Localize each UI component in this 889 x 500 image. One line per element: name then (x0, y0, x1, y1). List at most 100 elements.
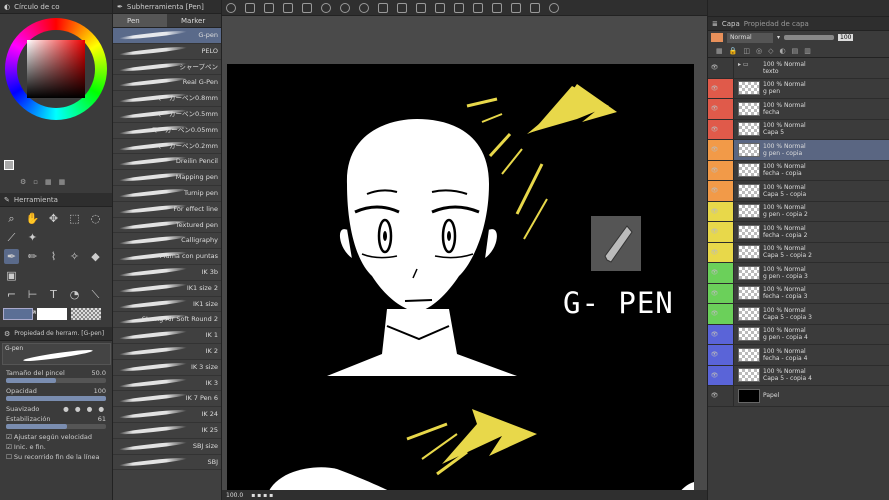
brush-item[interactable]: SBJ size (113, 439, 221, 455)
layer-opacity-value[interactable]: 100 (838, 34, 854, 41)
start-end-checkbox[interactable]: ☑ Inic. e fin. (6, 443, 46, 451)
layer-row[interactable]: 👁 100 % Normal Capa 5 - copia 2 (708, 242, 889, 263)
current-color-swatch[interactable] (4, 160, 14, 170)
layer-color-chip[interactable] (711, 33, 723, 42)
brush-item[interactable]: SBJ (113, 455, 221, 471)
brush-item[interactable]: Mapping pen (113, 170, 221, 186)
eye-icon[interactable]: 👁 (708, 160, 721, 180)
fill-icon[interactable] (397, 2, 407, 13)
layer-color-swatch[interactable] (721, 119, 734, 139)
eyedropper-icon[interactable]: ⟋ (4, 230, 19, 245)
bottom-option-checkbox[interactable]: ☐ Su recorrido fin de la línea (6, 453, 100, 461)
grid-icon[interactable] (530, 2, 540, 13)
layer-row[interactable]: 👁 100 % Normal Capa 5 - copia 4 (708, 365, 889, 386)
stabilization-value[interactable]: 61 (98, 415, 106, 423)
layer-color-swatch[interactable] (721, 263, 734, 283)
layer-color-swatch[interactable] (721, 140, 734, 160)
color-wheel[interactable] (5, 18, 107, 120)
eye-icon[interactable]: 👁 (708, 283, 721, 303)
chevron-down-icon[interactable]: ▾ (777, 34, 780, 41)
layer-row[interactable]: 👁 ▸ ▭ 100 % Normal texto (708, 58, 889, 79)
draft-icon[interactable]: ◇ (768, 47, 773, 55)
brush-item[interactable]: IK 3 size (113, 360, 221, 376)
brush-item[interactable]: For effect line (113, 202, 221, 218)
adjust-speed-checkbox[interactable]: ☑ Ajustar según velocidad (6, 433, 92, 441)
layer-row[interactable]: 👁 100 % Normal g pen - copia 4 (708, 324, 889, 345)
deselect-icon[interactable] (435, 2, 445, 13)
brush-item[interactable]: Calligraphy (113, 233, 221, 250)
brush-item[interactable]: IK 24 (113, 407, 221, 423)
ruler-icon[interactable] (511, 2, 521, 13)
smoothing-options[interactable]: ● ● ● ● (63, 405, 106, 413)
layer-color-swatch[interactable] (721, 99, 734, 119)
settings-icon[interactable] (549, 2, 559, 13)
grid-icon[interactable]: ▦ (716, 47, 723, 55)
drawing-canvas[interactable]: G- PEN (227, 64, 694, 495)
eye-icon[interactable]: 👁 (708, 242, 721, 262)
balloon-icon[interactable]: ◔ (67, 287, 82, 302)
eye-icon[interactable]: 👁 (708, 119, 721, 139)
clip-icon[interactable]: ◫ (743, 47, 750, 55)
text-icon[interactable]: T (46, 287, 61, 302)
tab-marker[interactable]: Marker (167, 14, 221, 27)
tab-layer-property[interactable]: Propiedad de capa (744, 20, 809, 28)
new-file-icon[interactable] (245, 2, 255, 13)
color-square[interactable] (27, 40, 85, 98)
eraser-icon[interactable]: ◆ (88, 249, 103, 264)
layer-row[interactable]: 👁 100 % Normal fecha - copia 2 (708, 222, 889, 243)
brush-item[interactable]: Strong Air Soft Round 2 (113, 312, 221, 329)
pen-icon[interactable] (492, 2, 502, 13)
brush-item[interactable]: Real G-Pen (113, 75, 221, 92)
tab-layer[interactable]: Capa (722, 20, 740, 28)
brush-item[interactable]: Pluma con puntas (113, 249, 221, 265)
adjust-speed-row[interactable]: ☑ Ajustar según velocidad (0, 432, 112, 442)
layer-color-swatch[interactable] (721, 365, 734, 385)
brush-item[interactable]: IK 1 (113, 328, 221, 344)
brush-item[interactable]: IK 2 (113, 344, 221, 360)
crop-icon[interactable] (454, 2, 464, 13)
layer-row[interactable]: 👁 100 % Normal g pen - copia 3 (708, 263, 889, 284)
layer-row[interactable]: 👁 Papel (708, 386, 889, 407)
layer-color-swatch[interactable] (721, 58, 734, 78)
brush-item[interactable]: マーカーペン0.5mm (113, 107, 221, 123)
layer-row[interactable]: 👁 100 % Normal fecha - copia 4 (708, 345, 889, 366)
tab-pen[interactable]: Pen (113, 14, 167, 27)
snap-icon[interactable] (473, 2, 483, 13)
grid-icon[interactable]: ▦ (59, 178, 66, 186)
warning-icon[interactable] (302, 2, 312, 13)
line-icon[interactable]: ⟍ (88, 287, 103, 302)
layer-color-swatch[interactable] (721, 304, 734, 324)
layer-opacity-slider[interactable] (784, 35, 835, 40)
brush-item[interactable]: マーカーペン0.8mm (113, 91, 221, 107)
brush-item[interactable]: Turnip pen (113, 186, 221, 202)
clip-studio-icon[interactable] (226, 2, 236, 13)
eye-icon[interactable]: 👁 (708, 365, 721, 385)
pen-tool-icon[interactable]: ✒ (4, 249, 19, 264)
brush-icon[interactable]: ⌇ (46, 249, 61, 264)
layer-color-swatch[interactable] (721, 242, 734, 262)
ref-icon[interactable]: ◎ (756, 47, 762, 55)
layer-color-swatch[interactable] (721, 324, 734, 344)
layer-color-swatch[interactable] (721, 222, 734, 242)
eye-icon[interactable]: 👁 (708, 99, 721, 119)
hand-icon[interactable]: ✋ (25, 211, 40, 226)
layer-row[interactable]: 👁 100 % Normal g pen - copia 2 (708, 201, 889, 222)
bottom-option-row[interactable]: ☐ Su recorrido fin de la línea (0, 452, 112, 462)
grid-icon[interactable]: ▦ (45, 178, 52, 186)
start-end-row[interactable]: ☑ Inic. e fin. (0, 442, 112, 452)
lasso-icon[interactable]: ◌ (88, 211, 103, 226)
eye-icon[interactable]: 👁 (708, 263, 721, 283)
layer-row[interactable]: 👁 100 % Normal fecha - copia 3 (708, 283, 889, 304)
loading-icon[interactable] (359, 2, 369, 13)
brush-item[interactable]: IK 3b (113, 265, 221, 281)
brush-item[interactable]: IK1 size 2 (113, 281, 221, 297)
square-icon[interactable]: ▫ (33, 178, 38, 186)
layer-row[interactable]: 👁 100 % Normal g pen - copia (708, 140, 889, 161)
layer-row[interactable]: 👁 100 % Normal fecha - copia (708, 160, 889, 181)
brush-size-value[interactable]: 50.0 (92, 369, 106, 377)
ruler-icon[interactable]: ⊢ (25, 287, 40, 302)
stack-icon[interactable]: ▥ (804, 47, 811, 55)
clear-icon[interactable] (378, 2, 388, 13)
brush-item[interactable]: IK 7 Pen 6 (113, 391, 221, 408)
layer-row[interactable]: 👁 100 % Normal Capa 5 - copia 3 (708, 304, 889, 325)
